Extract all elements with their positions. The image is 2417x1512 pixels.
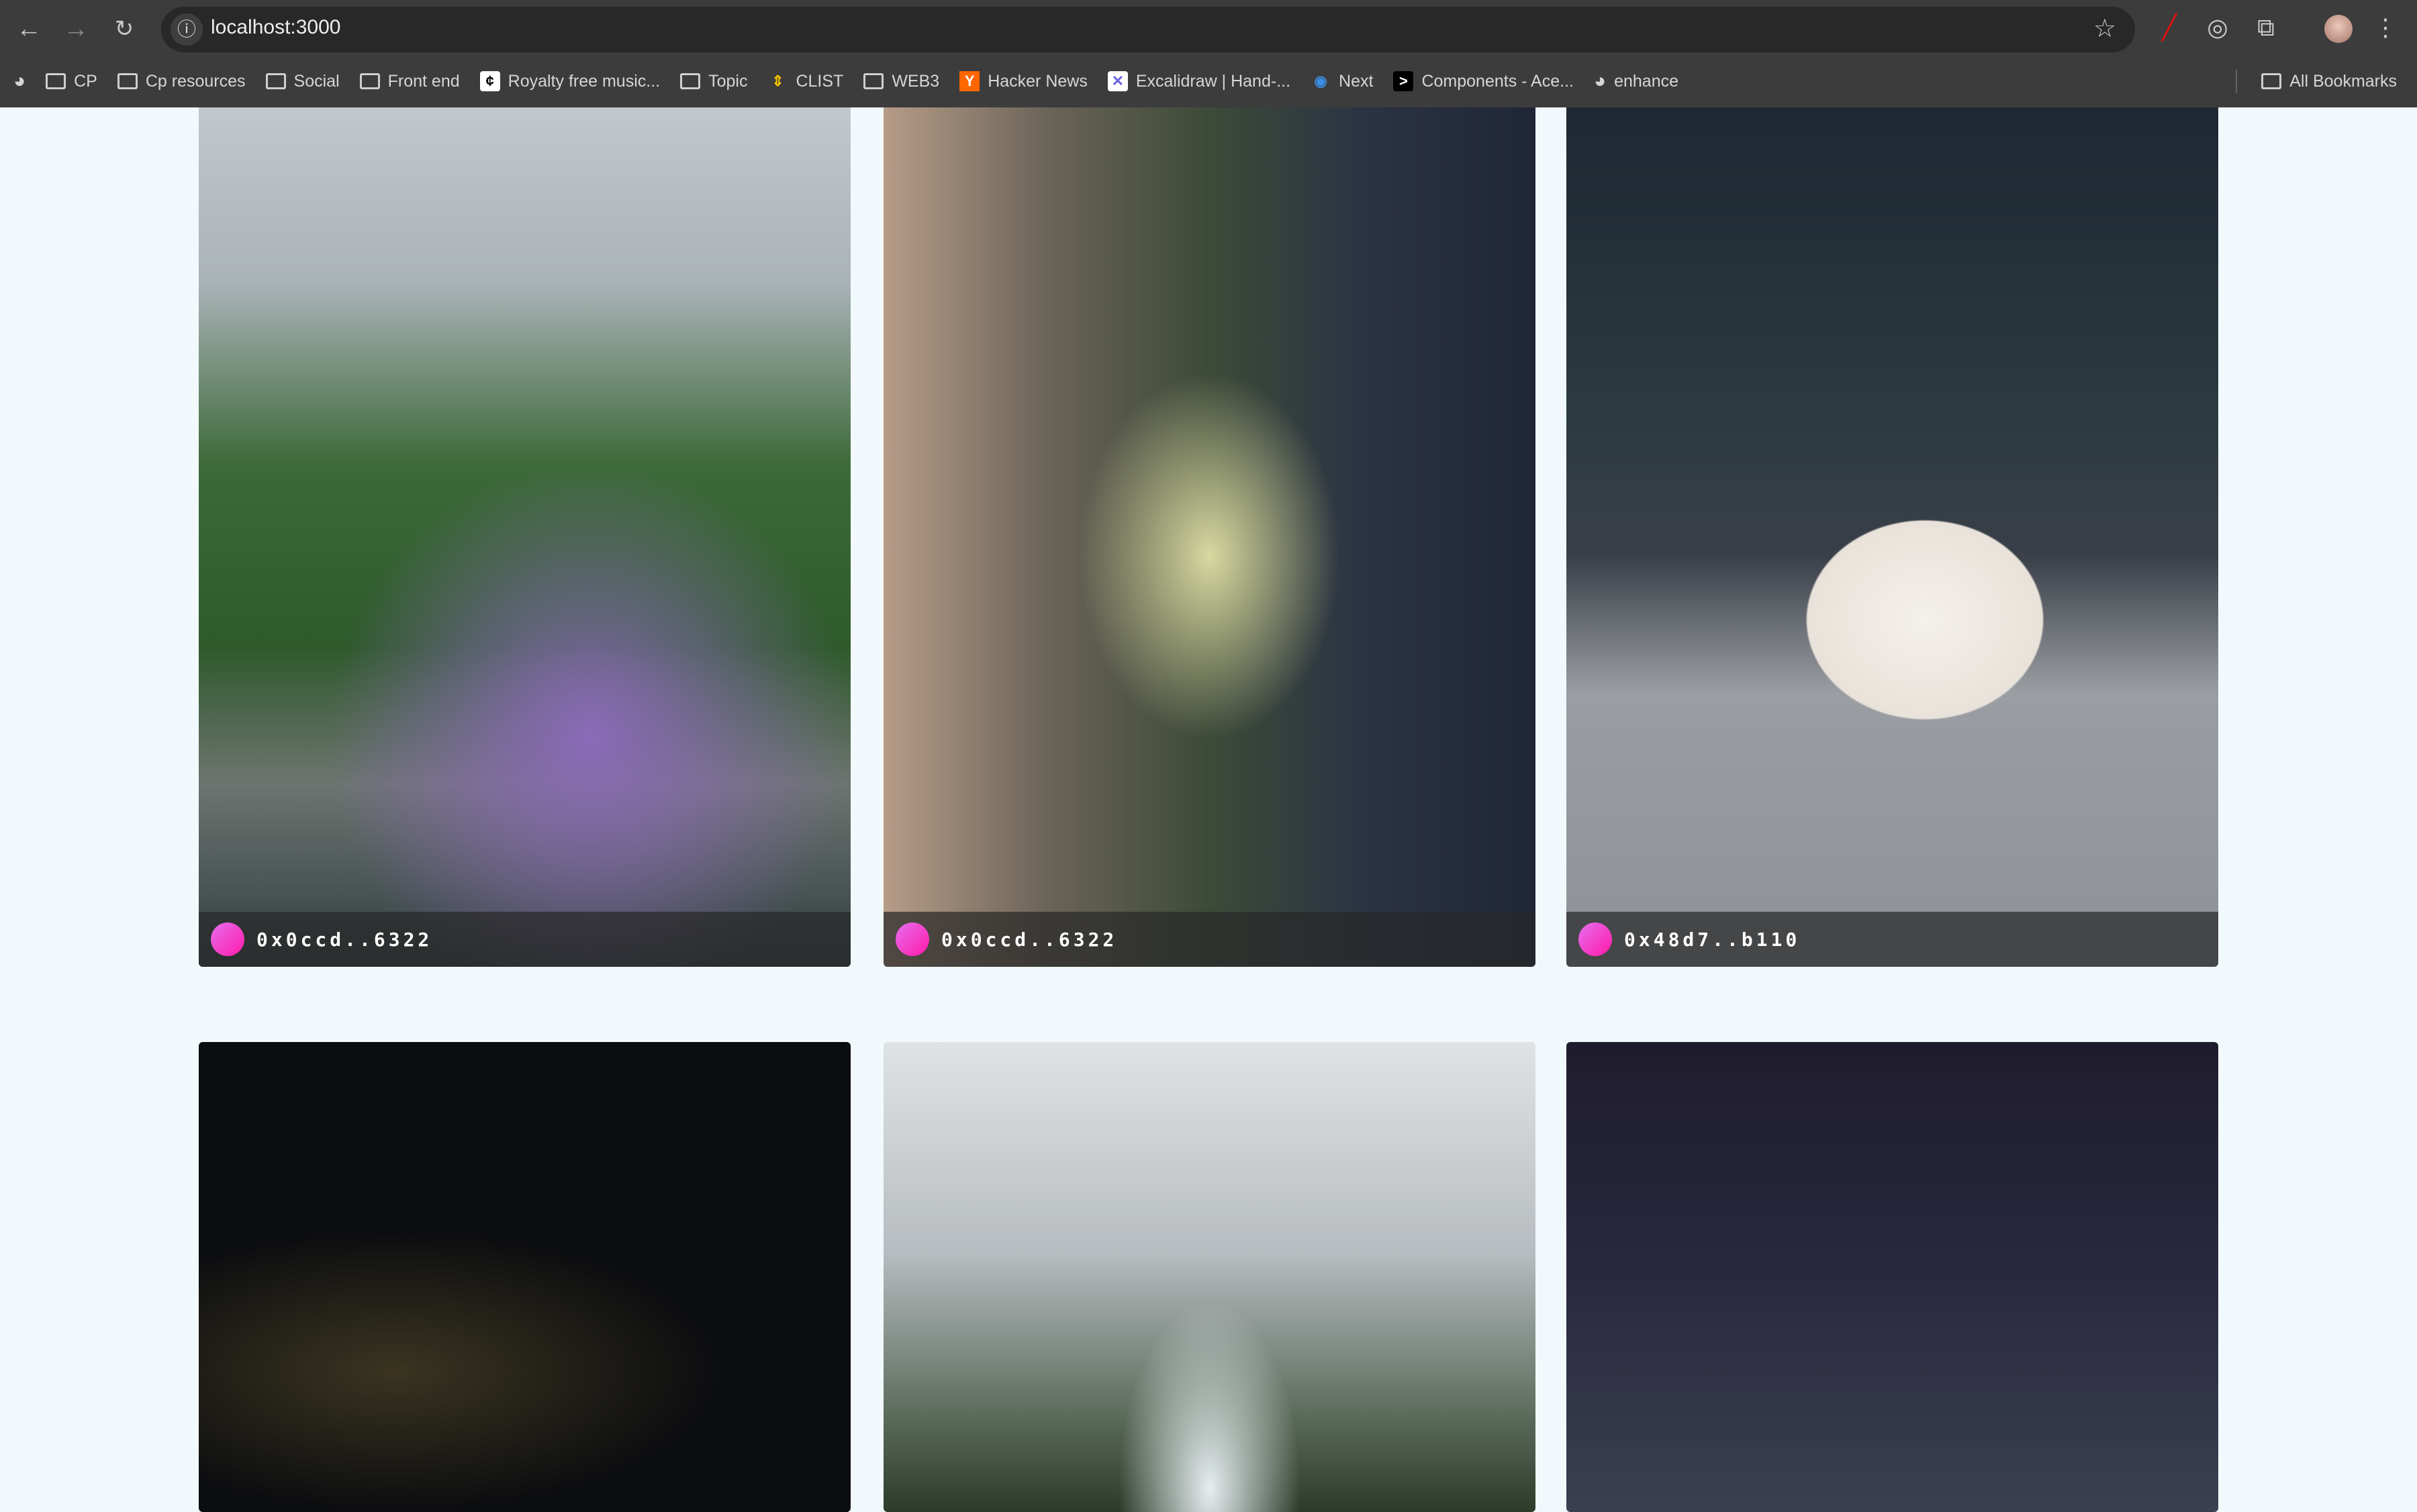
profile-avatar[interactable] [2324,15,2353,43]
music-site-icon: ¢ [479,71,500,91]
globe-icon: ◕ [1593,70,1607,92]
bookmark-label: Hacker News [988,71,1088,91]
bookmark-globe[interactable]: ◕ [13,70,26,93]
bookmark-front-end[interactable]: Front end [359,71,460,91]
folder-icon [680,73,701,89]
hacker-news-icon: Y [959,71,980,91]
owner-address: 0x0ccd..6322 [941,928,1118,951]
folder-icon [265,73,286,89]
bookmark-label: Royalty free music... [508,71,661,91]
nft-card[interactable]: 0x48d7..b110 [1566,54,2218,967]
forward-button[interactable]: → [59,12,93,46]
owner-address: 0x48d7..b110 [1624,928,1801,951]
folder-icon [2261,73,2282,89]
browser-chrome: ← → ↻ ⓘ localhost:3000 ☆ ╱ ◎ ⧉ ⋮ ◕ CP Cp… [0,0,2417,107]
terminal-icon: > [1393,71,1414,91]
bookmark-label: WEB3 [892,71,940,91]
bookmark-cp[interactable]: CP [46,72,97,91]
bookmark-label: Cp resources [145,71,246,91]
url-text[interactable]: localhost:3000 [211,16,340,39]
bookmark-label: enhance [1614,71,1679,91]
owner-address: 0x0ccd..6322 [256,928,433,951]
bookmark-topic[interactable]: Topic [680,72,747,91]
bookmark-label: CLIST [796,71,844,91]
clist-icon: ⇕ [771,73,784,89]
extensions-icon[interactable]: ⧉ [2250,13,2281,42]
owner-avatar [211,923,244,956]
bookmark-label: Front end [387,71,460,91]
bookmark-label: CP [74,71,97,91]
card-image [884,1042,1535,1512]
bookmark-royalty-free-music[interactable]: ¢ Royalty free music... [479,71,661,91]
bookmark-label: Next [1339,71,1374,91]
folder-icon [117,73,138,89]
globe-icon: ◕ [13,70,26,92]
card-image [1566,1042,2218,1512]
bookmarks-divider [2236,70,2237,93]
excalidraw-icon: ✕ [1107,71,1128,91]
bookmark-components[interactable]: > Components - Ace... [1393,71,1574,91]
card-image [199,54,851,967]
card-image [199,1042,851,1512]
card-image [884,54,1535,967]
folder-icon [46,73,66,89]
nft-card[interactable] [884,1042,1535,1512]
owner-avatar [1578,923,1612,956]
bookmark-label: Components - Ace... [1421,71,1574,91]
target-extension-icon[interactable]: ◎ [2202,13,2233,42]
card-image [1566,54,2218,967]
bookmark-enhance[interactable]: ◕ enhance [1594,70,1678,93]
owner-bar: 0x0ccd..6322 [199,912,851,967]
bookmark-web3[interactable]: WEB3 [863,72,939,91]
folder-icon [359,73,380,89]
bookmark-label: Social [293,71,340,91]
reload-button[interactable]: ↻ [107,12,141,46]
address-bar[interactable]: ⓘ localhost:3000 ☆ [161,7,2135,52]
bookmark-label: Excalidraw | Hand-... [1135,71,1291,91]
bookmark-clist[interactable]: ⇕ CLIST [767,71,843,91]
next-icon: ◉ [1314,73,1327,89]
menu-icon[interactable]: ⋮ [2370,13,2401,42]
all-bookmarks-button[interactable]: All Bookmarks [2261,55,2397,107]
site-info-icon[interactable]: ⓘ [171,13,203,46]
back-button[interactable]: ← [12,12,46,46]
folder-icon [863,73,884,89]
bookmark-excalidraw[interactable]: ✕ Excalidraw | Hand-... [1107,71,1291,91]
bookmark-star-icon[interactable]: ☆ [2093,13,2116,44]
bookmark-next[interactable]: ◉ Next [1311,71,1373,91]
nft-card[interactable]: 0x0ccd..6322 [884,54,1535,967]
nft-card[interactable]: 0x0ccd..6322 [199,54,851,967]
owner-bar: 0x48d7..b110 [1566,912,2218,967]
bookmarks-bar: ◕ CP Cp resources Social Front end ¢ Roya… [13,55,1678,107]
nft-card[interactable] [199,1042,851,1512]
bookmark-label: Topic [708,71,748,91]
bookmark-social[interactable]: Social [265,71,340,91]
nft-card[interactable] [1566,1042,2218,1512]
bookmark-hacker-news[interactable]: Y Hacker News [959,71,1088,91]
bookmark-cp-resources[interactable]: Cp resources [117,72,246,91]
pen-extension-icon[interactable]: ╱ [2154,13,2185,42]
owner-avatar [896,923,929,956]
all-bookmarks-label: All Bookmarks [2289,71,2397,91]
owner-bar: 0x0ccd..6322 [884,912,1535,967]
